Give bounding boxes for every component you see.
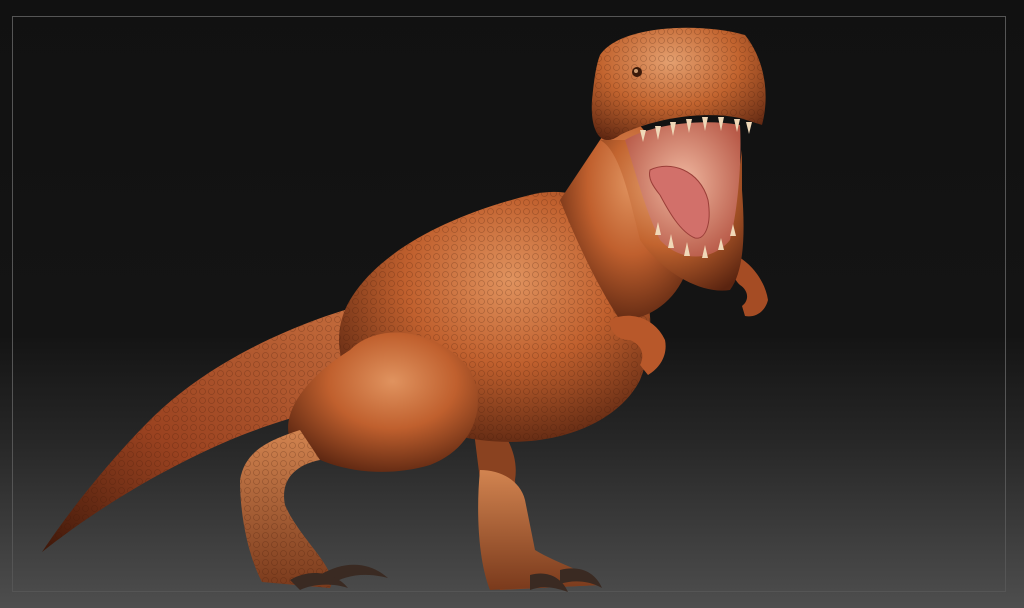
t-rex-render <box>42 27 768 592</box>
render-viewport <box>0 0 1024 608</box>
